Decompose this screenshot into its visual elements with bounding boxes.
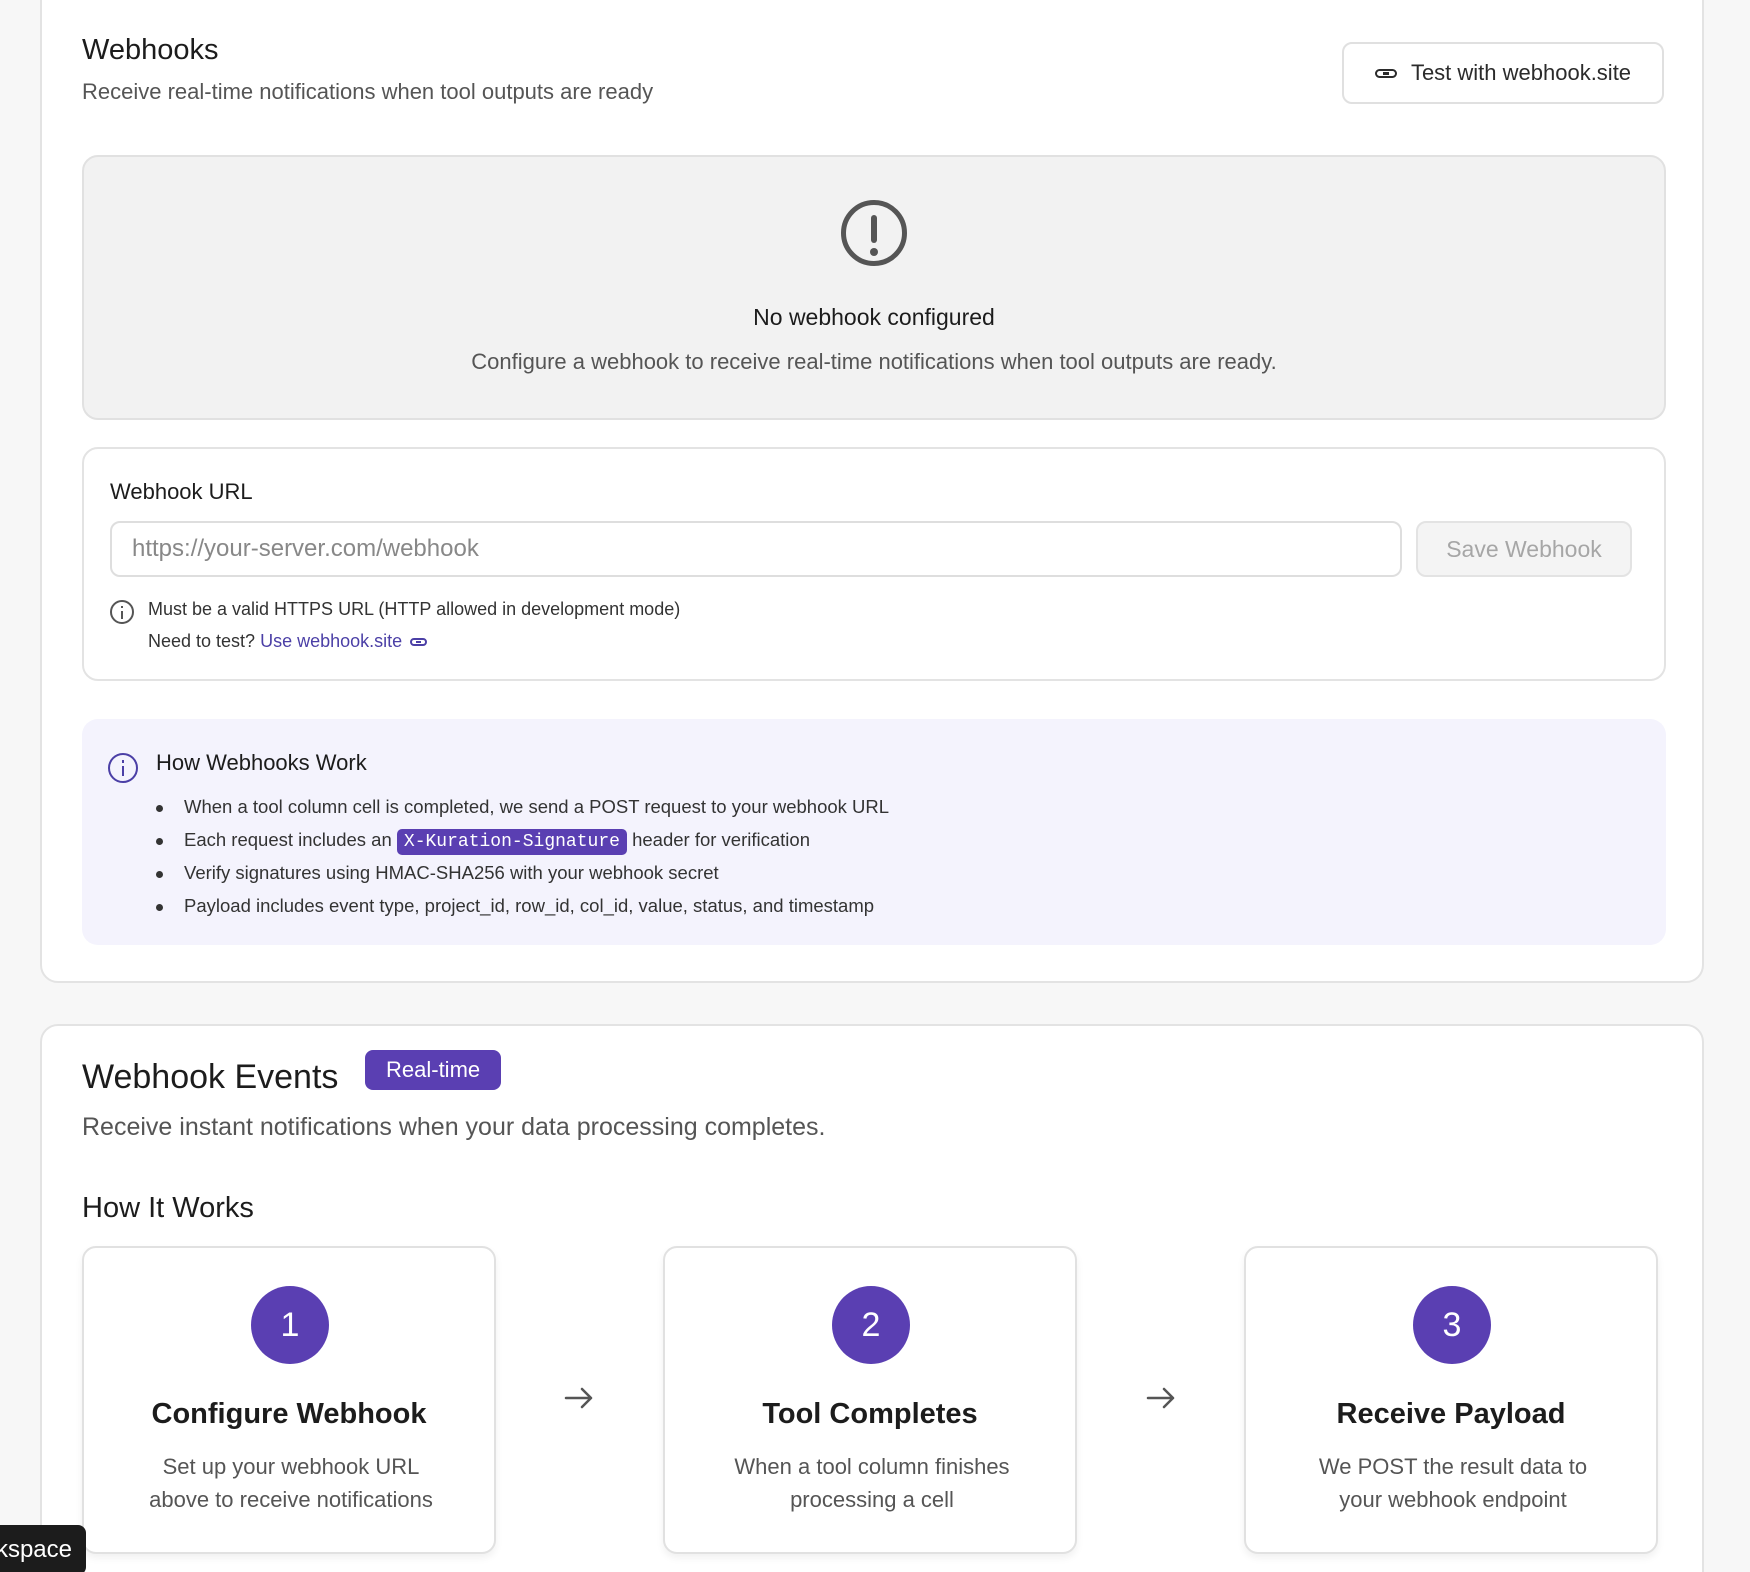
webhook-url-label: Webhook URL bbox=[110, 479, 253, 504]
webhooks-subtitle: Receive real-time notifications when too… bbox=[82, 79, 654, 104]
step-number: 1 bbox=[251, 1286, 329, 1364]
step-card-tool-completes: 2 Tool Completes When a tool column fini… bbox=[663, 1246, 1077, 1554]
arrow-right-icon bbox=[1146, 1387, 1175, 1409]
webhooks-card: Webhooks Receive real-time notifications… bbox=[40, 0, 1704, 983]
test-button-label: Test with webhook.site bbox=[1410, 60, 1632, 85]
step-description: When a tool column finishes processing a … bbox=[734, 1454, 1010, 1512]
test-prefix: Need to test? bbox=[148, 631, 256, 651]
how-webhooks-work-list: When a tool column cell is completed, we… bbox=[152, 792, 889, 924]
list-item: Verify signatures using HMAC-SHA256 with… bbox=[152, 858, 889, 891]
empty-state: No webhook configured Configure a webhoo… bbox=[82, 155, 1666, 420]
workspace-tooltip: kspace bbox=[0, 1525, 86, 1572]
webhook-url-input[interactable] bbox=[110, 521, 1402, 577]
step-number: 2 bbox=[832, 1286, 910, 1364]
step-title: Configure Webhook bbox=[151, 1398, 427, 1430]
empty-state-description: Configure a webhook to receive real-time… bbox=[471, 349, 1277, 374]
link-icon bbox=[410, 638, 428, 647]
list-item: Payload includes event type, project_id,… bbox=[152, 891, 889, 924]
save-webhook-button[interactable]: Save Webhook bbox=[1416, 521, 1632, 577]
webhook-events-card: Webhook Events Real-time Receive instant… bbox=[40, 1024, 1704, 1572]
link-icon bbox=[1374, 68, 1397, 78]
test-webhook-site-button[interactable]: Test with webhook.site bbox=[1342, 42, 1664, 104]
step-title: Receive Payload bbox=[1336, 1398, 1566, 1430]
use-webhook-site-link[interactable]: Use webhook.site bbox=[260, 631, 428, 651]
how-it-works-heading: How It Works bbox=[82, 1192, 254, 1224]
arrow-right-icon bbox=[564, 1387, 593, 1409]
webhook-events-subtitle: Receive instant notifications when your … bbox=[82, 1113, 826, 1141]
realtime-badge: Real-time bbox=[365, 1050, 502, 1090]
empty-state-title: No webhook configured bbox=[753, 304, 995, 330]
info-icon bbox=[108, 753, 138, 783]
test-help-line: Need to test? Use webhook.site bbox=[148, 631, 428, 652]
step-description: We POST the result data to your webhook e… bbox=[1318, 1454, 1588, 1512]
alert-circle-icon bbox=[841, 200, 907, 266]
webhook-events-title: Webhook Events bbox=[82, 1058, 339, 1096]
step-card-receive-payload: 3 Receive Payload We POST the result dat… bbox=[1244, 1246, 1658, 1554]
how-webhooks-work-panel: How Webhooks Work When a tool column cel… bbox=[82, 719, 1666, 945]
how-webhooks-work-title: How Webhooks Work bbox=[156, 750, 367, 775]
list-item: Each request includes an X-Kuration-Sign… bbox=[152, 825, 889, 858]
url-help-text: Must be a valid HTTPS URL (HTTP allowed … bbox=[148, 599, 681, 619]
step-description: Set up your webhook URL above to receive … bbox=[149, 1454, 433, 1512]
webhooks-title: Webhooks bbox=[82, 34, 219, 66]
step-card-configure: 1 Configure Webhook Set up your webhook … bbox=[82, 1246, 496, 1554]
step-title: Tool Completes bbox=[762, 1398, 978, 1430]
webhook-url-form: Webhook URL Save Webhook Must be a valid… bbox=[82, 447, 1666, 681]
signature-header-code: X-Kuration-Signature bbox=[396, 829, 627, 855]
info-icon bbox=[110, 600, 134, 624]
step-number: 3 bbox=[1413, 1286, 1491, 1364]
list-item: When a tool column cell is completed, we… bbox=[152, 792, 889, 825]
